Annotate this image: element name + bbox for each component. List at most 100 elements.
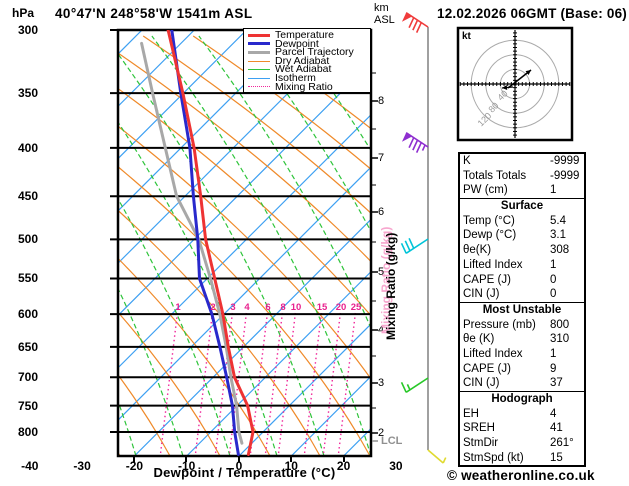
pressure-tick-label: 700 [17, 370, 38, 385]
table-row-label: CIN (J) [463, 377, 500, 390]
table-row-value: 308 [550, 244, 570, 257]
table-row: Dewp (°C) 3.1 [460, 228, 584, 243]
barb-half-tick [406, 384, 411, 391]
barb-full-tick [404, 240, 411, 252]
table-row: K -9999 [460, 154, 584, 169]
table-section-header: Hodograph [460, 391, 584, 407]
table-row: θe (K) 310 [460, 332, 584, 347]
table-row-label: Dewp (°C) [463, 229, 517, 242]
dry-adiabat-line [118, 209, 321, 456]
barb-stem [405, 238, 429, 254]
run-datetime-label: 12.02.2026 06GMT (Base: 06) [436, 6, 627, 21]
table-row-value: 9 [550, 362, 557, 375]
table-row-value: 15 [550, 451, 563, 464]
table-row-label: Lifted Index [463, 258, 523, 271]
km-tick-label: 8 [378, 95, 385, 107]
legend-line-sample [248, 77, 270, 79]
page-title: 40°47'N 248°58'W 1541m ASL [55, 6, 253, 21]
wind-barb-400 [401, 132, 429, 153]
table-row-label: Totals Totals [463, 169, 527, 182]
mixing-ratio-value-label: 4 [244, 302, 250, 313]
table-row: Lifted Index 1 [460, 347, 584, 362]
table-row-value: 261° [550, 437, 574, 450]
pressure-tick-label: 450 [17, 189, 38, 204]
legend-line-sample [248, 86, 270, 88]
table-row-value: 4 [550, 407, 557, 420]
table-row-value: 1 [550, 184, 557, 197]
barb-full-tick [415, 22, 423, 33]
legend-item-label: Mixing Ratio [275, 80, 333, 93]
legend-line-sample [248, 42, 270, 46]
pressure-unit-label: hPa [12, 6, 35, 20]
mixing-ratio-value-label: 10 [290, 302, 302, 313]
table-row-value: 41 [550, 422, 563, 435]
legend-line-sample [248, 60, 270, 62]
pressure-tick-label: 300 [17, 23, 38, 37]
table-row: Temp (°C) 5.4 [460, 214, 584, 229]
mixing-ratio-value-label: 6 [265, 302, 271, 313]
km-tick-label: 3 [378, 377, 385, 389]
wet-adiabat-line [118, 52, 325, 456]
barb-half-tick [421, 144, 426, 151]
mixing-ratio-value-label: 3 [230, 302, 236, 313]
barb-stem [427, 449, 444, 464]
wind-barb-surface [427, 449, 447, 464]
dry-adiabat-line [118, 125, 371, 381]
pressure-tick-label: 550 [17, 271, 38, 286]
barb-full-tick [408, 238, 415, 249]
pressure-tick-label: 800 [17, 425, 38, 440]
temp-tick-label: -40 [21, 459, 39, 473]
table-section-header: Most Unstable [460, 301, 584, 318]
mixing-ratio-value-label: 15 [316, 302, 328, 313]
table-row: θe(K) 308 [460, 243, 584, 258]
table-row-label: CIN (J) [463, 288, 500, 301]
table-row-value: 1 [550, 347, 557, 360]
barb-full-tick [408, 17, 415, 28]
table-row: StmSpd (kt) 15 [460, 451, 584, 466]
x-axis-title: Dewpoint / Temperature (°C) [153, 465, 336, 480]
table-row: SREH 41 [460, 421, 584, 436]
pressure-tick-label: 500 [17, 232, 38, 247]
table-row-label: CAPE (J) [463, 362, 511, 375]
legend: Temperature Dewpoint Parcel Trajectory Dry … [243, 28, 371, 93]
table-row-label: θe(K) [463, 244, 492, 257]
table-row: Pressure (mb) 800 [460, 318, 584, 333]
wind-barb-upper [401, 12, 429, 33]
mixing-ratio-value-label: 1 [175, 302, 181, 313]
table-row-value: 0 [550, 273, 557, 286]
mixing-ratio-value-label: 8 [280, 302, 286, 313]
pressure-tick-label: 400 [17, 140, 38, 155]
table-row: Totals Totals -9999 [460, 169, 584, 184]
legend-line-sample [248, 69, 270, 71]
km-tick-label: 6 [378, 206, 385, 218]
barb-full-tick [400, 242, 407, 254]
altitude-unit-label: km ASL [374, 2, 395, 26]
table-row-value: 0 [550, 288, 557, 301]
mixing-ratio-value-label: 20 [335, 302, 347, 313]
pressure-tick-label: 350 [17, 86, 38, 101]
legend-item: Mixing Ratio [248, 80, 370, 93]
table-row-label: Pressure (mb) [463, 318, 536, 331]
table-row: Lifted Index 1 [460, 258, 584, 273]
table-row-label: Temp (°C) [463, 214, 515, 227]
barb-full-tick [415, 142, 423, 153]
table-row-value: 1 [550, 258, 557, 271]
table-row: CIN (J) 0 [460, 287, 584, 302]
barb-full-tick [412, 139, 419, 151]
mixing-ratio-value-label: 25 [350, 302, 362, 313]
table-row: CIN (J) 37 [460, 376, 584, 391]
table-row: EH 4 [460, 407, 584, 422]
table-row: PW (cm) 1 [460, 183, 584, 198]
table-row-label: SREH [463, 422, 495, 435]
table-row-value: 37 [550, 377, 563, 390]
km-tick-label: 7 [378, 152, 385, 164]
copyright-credit: © weatheronline.co.uk [447, 468, 595, 483]
pressure-tick-label: 600 [17, 307, 38, 322]
wet-adiabat-line [118, 121, 278, 456]
table-row-value: 800 [550, 318, 570, 331]
hodograph-unit-label: kt [462, 31, 471, 42]
table-row: CAPE (J) 9 [460, 362, 584, 377]
table-section-header: Surface [460, 198, 584, 214]
table-row-value: -9999 [550, 169, 580, 182]
temp-tick-label: -30 [73, 459, 91, 473]
